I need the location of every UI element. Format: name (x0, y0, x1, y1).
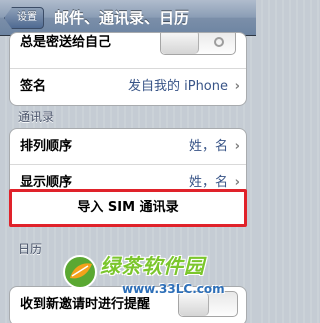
calendar-section-header: 日历 (18, 242, 43, 256)
toggle-knob (161, 33, 199, 54)
back-button-settings[interactable]: 设置 (4, 7, 44, 29)
calendar-settings-group: 收到新邀请时进行提醒 (9, 286, 247, 323)
sort-order-row[interactable]: 排列顺序 姓，名 › (10, 129, 246, 165)
signature-value: 发自我的 iPhone (127, 79, 228, 94)
toggle-knob (179, 292, 209, 316)
page-title: 邮件、通讯录、日历 (54, 9, 190, 27)
signature-row[interactable]: 签名 发自我的 iPhone › (10, 69, 246, 105)
chevron-right-icon: › (234, 79, 240, 94)
always-bcc-label: 总是密送给自己 (20, 35, 112, 50)
toggle-off-icon (214, 37, 224, 47)
always-bcc-toggle[interactable] (160, 33, 236, 55)
invite-alerts-row: 收到新邀请时进行提醒 (10, 287, 246, 323)
mail-settings-group: 总是密送给自己 签名 发自我的 iPhone › (9, 32, 247, 106)
always-bcc-row: 总是密送给自己 (10, 33, 246, 69)
contacts-section-header: 通讯录 (18, 110, 55, 124)
invite-alerts-toggle[interactable] (178, 291, 238, 317)
navigation-bar: 设置 邮件、通讯录、日历 (0, 0, 256, 36)
import-sim-contacts-button[interactable]: 导入 SIM 通讯录 (9, 189, 247, 227)
invite-alerts-label: 收到新邀请时进行提醒 (20, 297, 151, 312)
sort-order-value: 姓，名 (188, 139, 228, 154)
signature-label: 签名 (20, 79, 47, 94)
watermark-title: 绿茶软件园 (100, 254, 205, 278)
sort-order-label: 排列顺序 (20, 139, 73, 154)
chevron-right-icon: › (234, 139, 240, 154)
